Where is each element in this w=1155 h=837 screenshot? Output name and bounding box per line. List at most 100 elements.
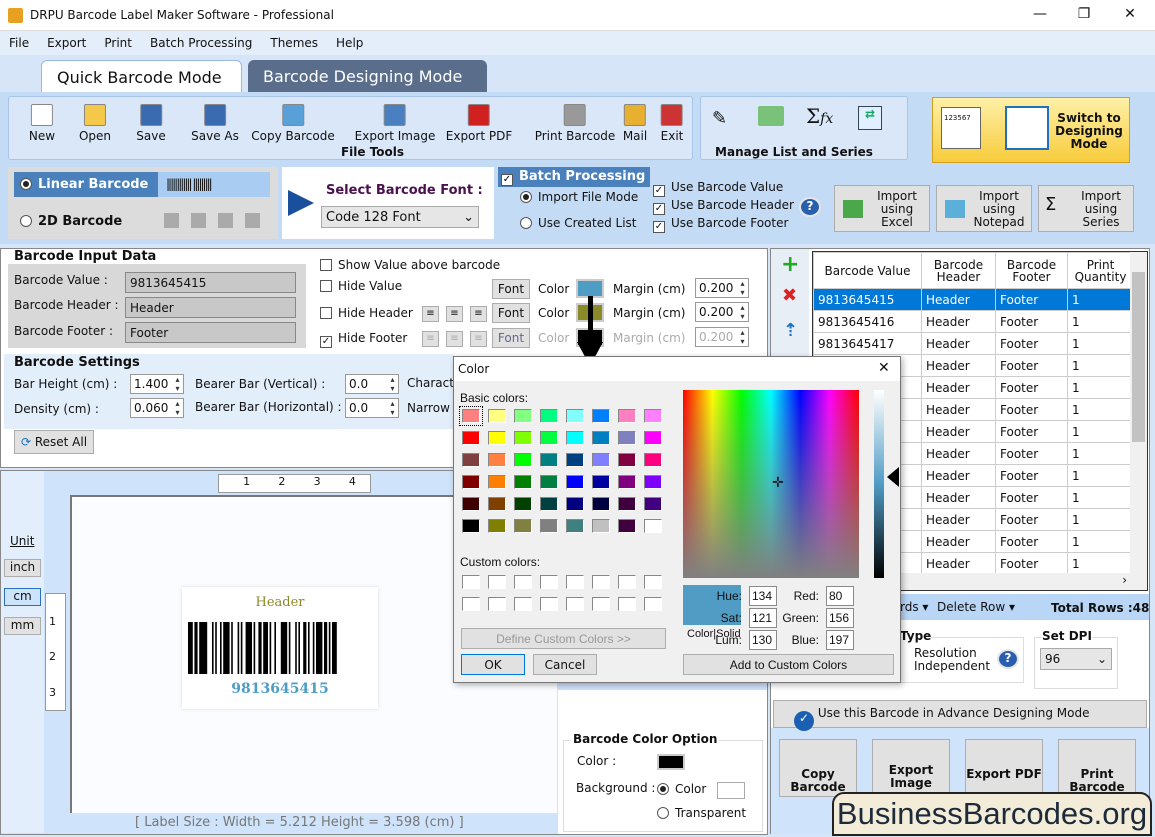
- export-image-button[interactable]: Export Image: [355, 104, 435, 143]
- save-as-button[interactable]: Save As: [191, 104, 239, 143]
- cell[interactable]: 9813645416: [813, 310, 922, 333]
- custom-color-swatch[interactable]: [514, 597, 532, 611]
- use-created-list-radio[interactable]: Use Created List: [520, 216, 637, 230]
- cell[interactable]: 9813645417: [813, 332, 922, 355]
- menu-export[interactable]: Export: [38, 31, 95, 55]
- cell[interactable]: Footer: [995, 530, 1068, 553]
- hide-header-checkbox[interactable]: Hide Header: [320, 306, 413, 320]
- table-row[interactable]: 9813645415 Header Footer 1: [813, 288, 1134, 311]
- delete-row-icon[interactable]: ✖: [782, 285, 797, 306]
- maximize-button[interactable]: ❐: [1074, 6, 1094, 22]
- basic-color-swatch[interactable]: [644, 497, 662, 511]
- cell[interactable]: 1: [1067, 354, 1134, 377]
- exit-button[interactable]: Exit: [661, 104, 683, 143]
- align-right-header-button[interactable]: ≡: [470, 306, 487, 322]
- open-button[interactable]: Open: [79, 104, 111, 143]
- add-custom-colors-button[interactable]: Add to Custom Colors: [683, 654, 894, 675]
- cell[interactable]: 1: [1067, 288, 1134, 311]
- cell[interactable]: Header: [921, 288, 996, 311]
- basic-color-swatch[interactable]: [540, 519, 558, 533]
- cell[interactable]: 1: [1067, 508, 1134, 531]
- cell[interactable]: Footer: [995, 420, 1068, 443]
- save-button[interactable]: Save: [136, 104, 166, 143]
- bar-height-spinner[interactable]: 1.400: [130, 374, 184, 394]
- basic-color-swatch[interactable]: [488, 431, 506, 445]
- cell[interactable]: Header: [921, 332, 996, 355]
- cell[interactable]: Header: [921, 398, 996, 421]
- bar-color-swatch[interactable]: [657, 754, 685, 770]
- custom-color-swatch[interactable]: [592, 575, 610, 589]
- basic-color-swatch[interactable]: [540, 431, 558, 445]
- basic-color-swatch[interactable]: [488, 453, 506, 467]
- export-image-button[interactable]: Export Image: [872, 739, 950, 797]
- cell[interactable]: Footer: [995, 354, 1068, 377]
- col-print-quantity[interactable]: Print Quantity: [1067, 252, 1134, 289]
- bg-color-swatch[interactable]: [717, 782, 745, 799]
- header-margin-spinner[interactable]: 0.200: [695, 302, 749, 322]
- cell[interactable]: Header: [921, 530, 996, 553]
- copy-barcode-button[interactable]: Copy Barcode: [779, 739, 857, 797]
- reset-all-button[interactable]: ⟳ Reset All: [14, 430, 94, 454]
- show-value-above-checkbox[interactable]: Show Value above barcode: [320, 258, 500, 272]
- dpi-select[interactable]: 96 ⌄: [1040, 648, 1112, 670]
- move-up-icon[interactable]: ⇡: [783, 320, 798, 341]
- table-row[interactable]: 9813645416 Header Footer 1: [813, 310, 1134, 333]
- series-icon[interactable]: Σfx: [806, 104, 833, 128]
- menu-batch-processing[interactable]: Batch Processing: [141, 31, 261, 55]
- luminance-pointer-icon[interactable]: [887, 467, 899, 487]
- green-input[interactable]: 156: [826, 608, 854, 628]
- custom-color-swatch[interactable]: [514, 575, 532, 589]
- basic-color-swatch[interactable]: [462, 431, 480, 445]
- menu-themes[interactable]: Themes: [261, 31, 327, 55]
- 2d-barcode-option[interactable]: 2D Barcode: [20, 214, 122, 229]
- minimize-button[interactable]: —: [1030, 6, 1050, 22]
- basic-color-swatch[interactable]: [459, 406, 483, 426]
- basic-color-swatch[interactable]: [592, 409, 610, 423]
- 2d-radio[interactable]: [20, 215, 32, 227]
- cell[interactable]: 1: [1067, 530, 1134, 553]
- swap-icon[interactable]: ⇄: [858, 106, 882, 130]
- col-barcode-footer[interactable]: Barcode Footer: [995, 252, 1068, 289]
- cell[interactable]: Footer: [995, 552, 1068, 575]
- records-menu[interactable]: rds ▾: [900, 600, 928, 614]
- cell[interactable]: 1: [1067, 442, 1134, 465]
- export-pdf-button[interactable]: Export PDF: [446, 104, 512, 143]
- barcode-label[interactable]: Header 9813645415: [182, 587, 378, 709]
- basic-color-swatch[interactable]: [566, 519, 584, 533]
- custom-color-swatch[interactable]: [566, 575, 584, 589]
- align-left-header-button[interactable]: ≡: [422, 306, 439, 322]
- custom-color-swatch[interactable]: [488, 575, 506, 589]
- basic-color-swatch[interactable]: [462, 453, 480, 467]
- basic-color-swatch[interactable]: [592, 475, 610, 489]
- unit-mm-button[interactable]: mm: [4, 617, 41, 635]
- cell[interactable]: 1: [1067, 332, 1134, 355]
- basic-color-swatch[interactable]: [618, 409, 636, 423]
- basic-color-swatch[interactable]: [618, 475, 636, 489]
- basic-color-swatch[interactable]: [488, 497, 506, 511]
- basic-color-swatch[interactable]: [618, 519, 636, 533]
- print-barcode-button[interactable]: Print Barcode: [535, 104, 615, 143]
- bg-transparent-radio[interactable]: Transparent: [657, 806, 746, 820]
- mail-button[interactable]: Mail: [623, 104, 647, 143]
- import-excel-button[interactable]: Import using Excel: [834, 185, 930, 232]
- hide-value-checkbox[interactable]: Hide Value: [320, 279, 402, 293]
- cell[interactable]: Footer: [995, 464, 1068, 487]
- tab-quick-barcode-mode[interactable]: Quick Barcode Mode: [41, 60, 242, 93]
- col-barcode-header[interactable]: Barcode Header: [921, 252, 996, 289]
- custom-color-swatch[interactable]: [566, 597, 584, 611]
- basic-color-swatch[interactable]: [566, 497, 584, 511]
- basic-color-swatch[interactable]: [644, 475, 662, 489]
- cell[interactable]: Footer: [995, 398, 1068, 421]
- dialog-close-button[interactable]: ✕: [878, 360, 890, 376]
- custom-color-swatch[interactable]: [592, 597, 610, 611]
- cell[interactable]: Header: [921, 442, 996, 465]
- switch-designing-mode-button[interactable]: 123567 Switch to Designing Mode: [932, 97, 1130, 163]
- delete-row-menu[interactable]: Delete Row ▾: [937, 600, 1015, 614]
- cell[interactable]: Footer: [995, 376, 1068, 399]
- cell[interactable]: Header: [921, 354, 996, 377]
- cell[interactable]: 1: [1067, 398, 1134, 421]
- basic-color-swatch[interactable]: [514, 497, 532, 511]
- cell[interactable]: Footer: [995, 332, 1068, 355]
- cell[interactable]: Header: [921, 420, 996, 443]
- advance-designing-button[interactable]: ✓ Use this Barcode in Advance Designing …: [773, 700, 1147, 731]
